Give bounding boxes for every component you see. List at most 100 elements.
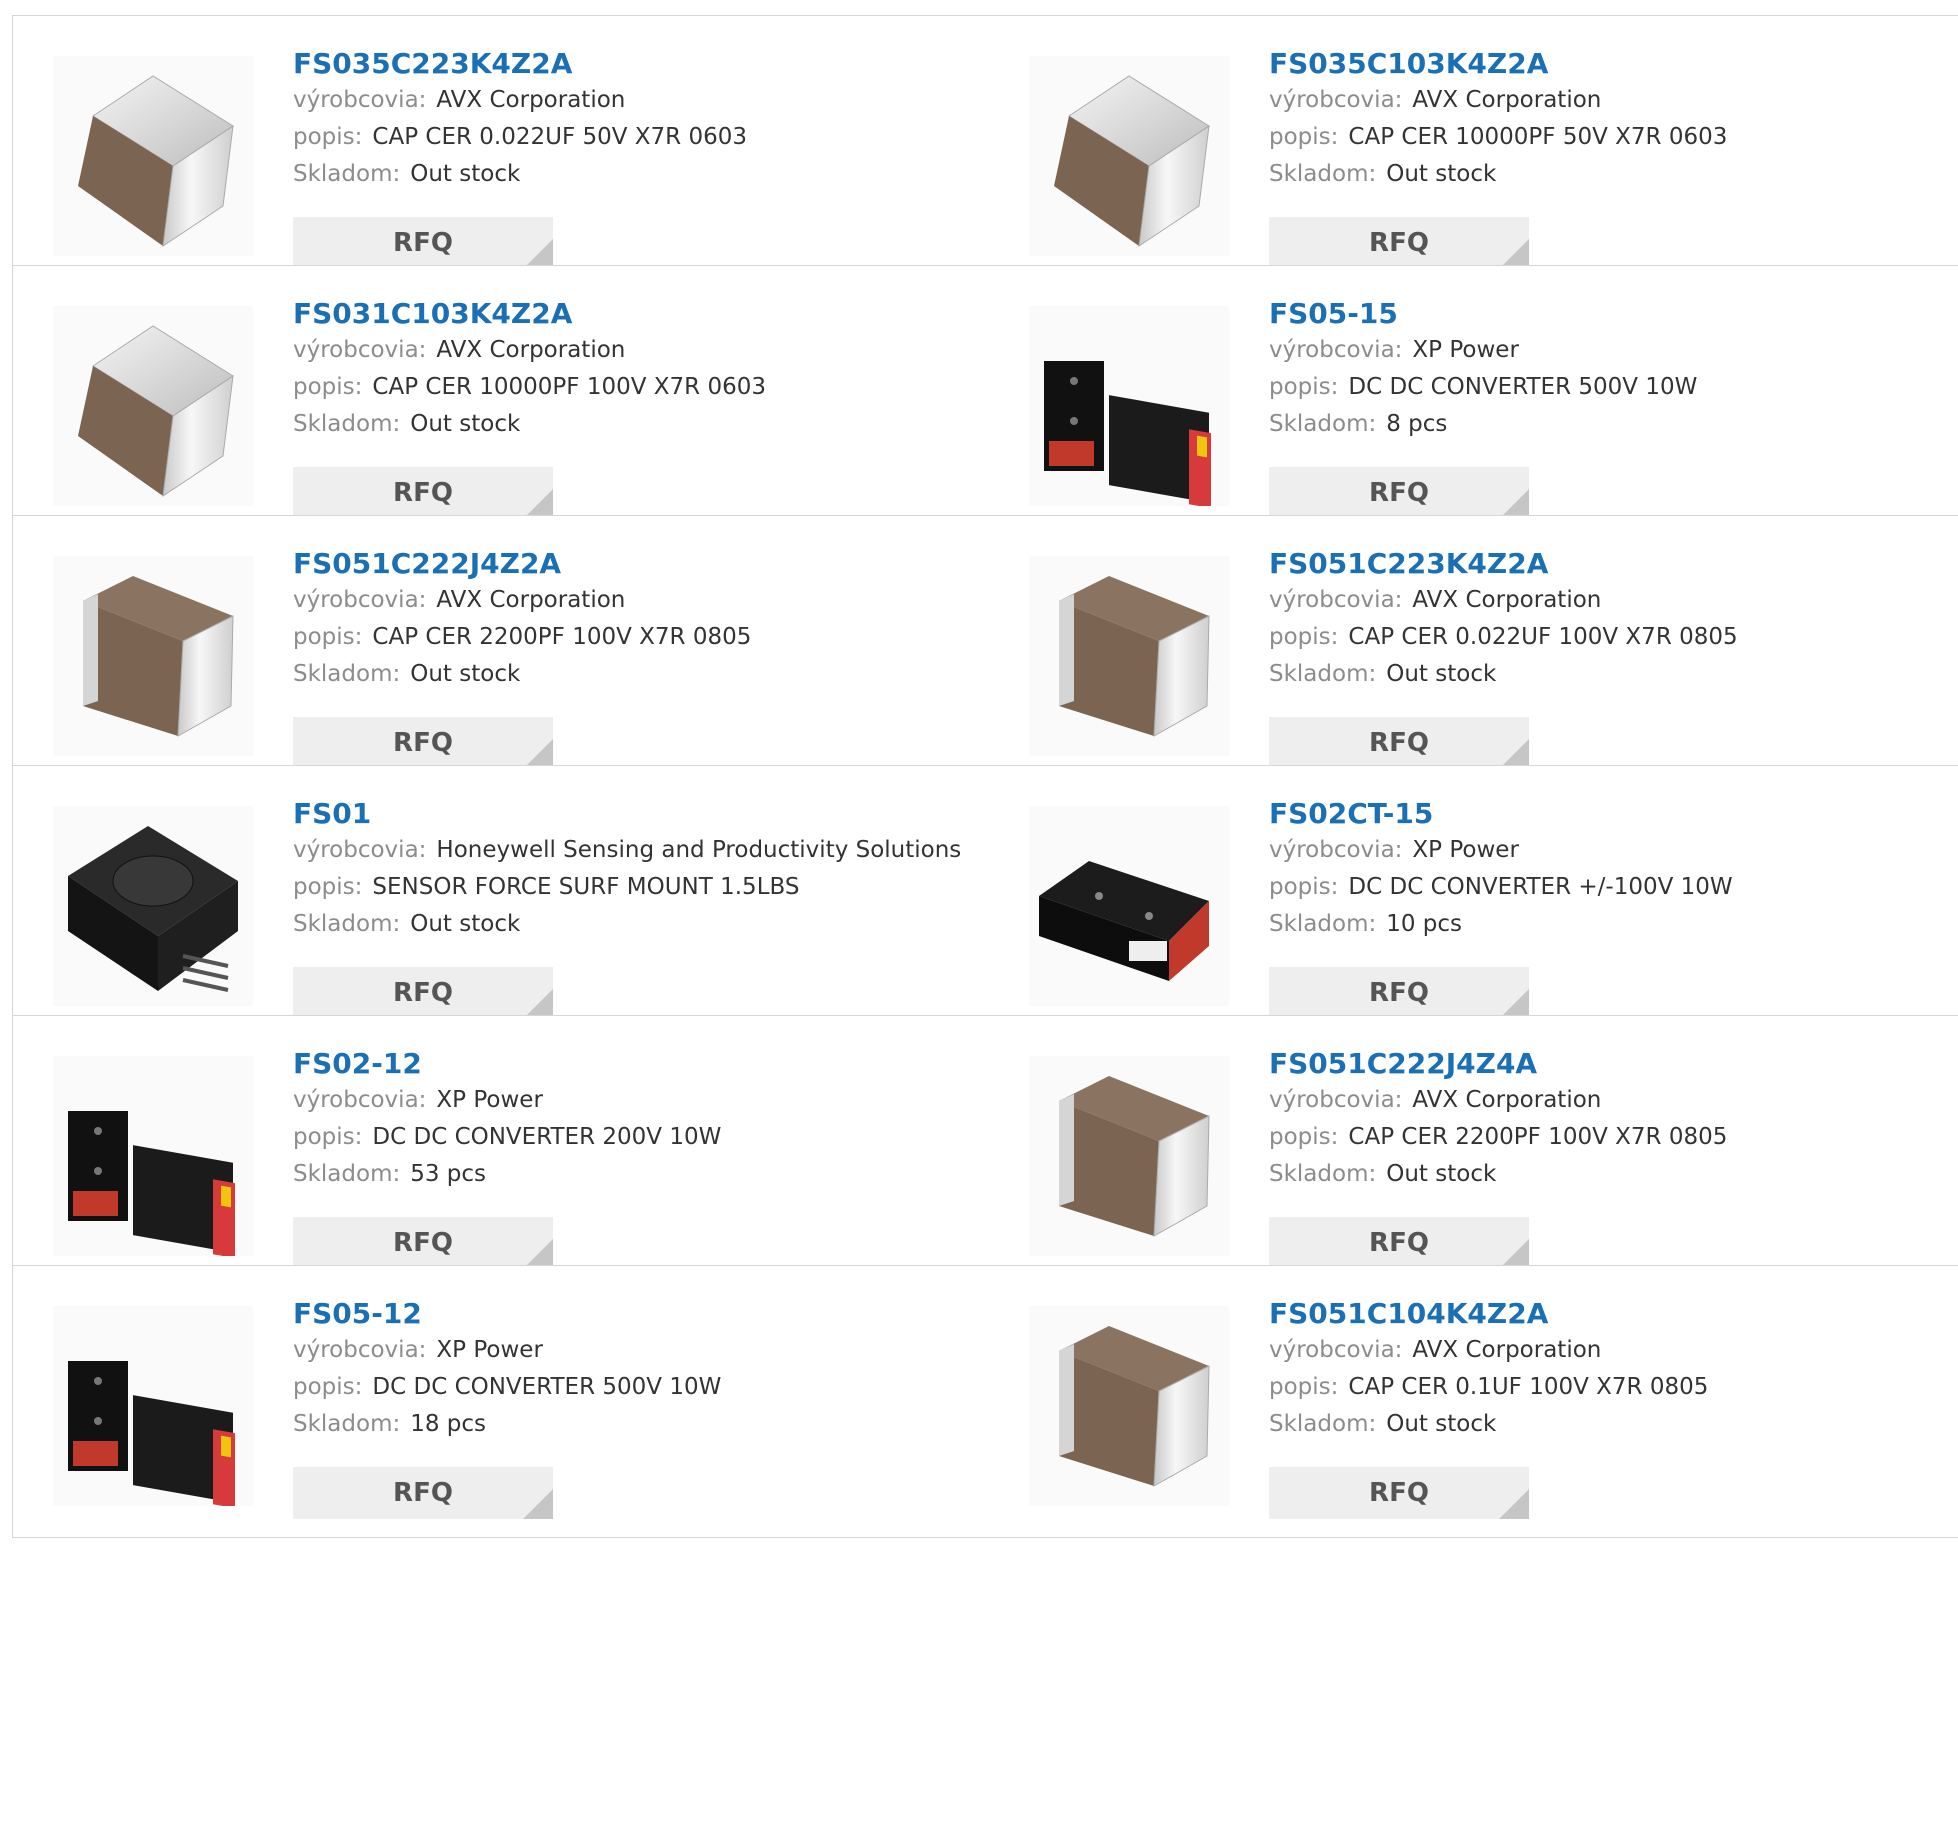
rfq-button-label: RFQ: [393, 228, 453, 258]
rfq-button-label: RFQ: [1369, 728, 1429, 758]
product-image[interactable]: [53, 1056, 253, 1256]
part-number-link[interactable]: FS051C222J4Z2A: [293, 546, 973, 582]
description-line: popis: CAP CER 0.1UF 100V X7R 0805: [1269, 1369, 1949, 1406]
product-thumbnail: [1029, 1306, 1229, 1506]
description-value: CAP CER 2200PF 100V X7R 0805: [1348, 1124, 1728, 1150]
stock-line: Skladom: Out stock: [1269, 1156, 1949, 1193]
description-value: CAP CER 2200PF 100V X7R 0805: [372, 624, 752, 650]
stock-value: 53 pcs: [410, 1161, 487, 1187]
product-info: FS051C222J4Z4A výrobcovia: AVX Corporation…: [1269, 1046, 1949, 1193]
part-number-link[interactable]: FS02-12: [293, 1046, 973, 1082]
product-image[interactable]: [53, 806, 253, 1006]
rfq-button[interactable]: RFQ: [1269, 1467, 1529, 1519]
product-image[interactable]: [1029, 56, 1229, 256]
product-thumbnail: [53, 806, 253, 1006]
part-number-link[interactable]: FS051C222J4Z4A: [1269, 1046, 1949, 1082]
product-info: FS051C223K4Z2A výrobcovia: AVX Corporation…: [1269, 546, 1949, 693]
manufacturer-value: XP Power: [436, 1087, 543, 1113]
manufacturer-line: výrobcovia: XP Power: [1269, 832, 1949, 869]
stock-label: Skladom:: [1269, 1411, 1377, 1437]
product-card: FS051C222J4Z4A výrobcovia: AVX Corporation…: [989, 1015, 1958, 1288]
description-line: popis: DC DC CONVERTER +/-100V 10W: [1269, 869, 1949, 906]
rfq-button[interactable]: RFQ: [1269, 467, 1529, 519]
part-number-link[interactable]: FS01: [293, 796, 973, 832]
product-thumbnail: [1029, 306, 1229, 506]
description-label: popis:: [1269, 1124, 1339, 1150]
manufacturer-value: AVX Corporation: [1412, 587, 1602, 613]
product-image[interactable]: [1029, 556, 1229, 756]
product-image[interactable]: [53, 306, 253, 506]
manufacturer-value: AVX Corporation: [1412, 1337, 1602, 1363]
product-card: FS02CT-15 výrobcovia: XP Power popis: DC DC …: [989, 765, 1958, 1038]
part-number-link[interactable]: FS035C103K4Z2A: [1269, 46, 1949, 82]
part-number-link[interactable]: FS035C223K4Z2A: [293, 46, 973, 82]
rfq-button[interactable]: RFQ: [1269, 217, 1529, 269]
rfq-button-label: RFQ: [1369, 1228, 1429, 1258]
description-label: popis:: [293, 1124, 363, 1150]
rfq-button[interactable]: RFQ: [293, 1467, 553, 1519]
part-number-link[interactable]: FS02CT-15: [1269, 796, 1949, 832]
stock-line: Skladom: Out stock: [1269, 656, 1949, 693]
rfq-button[interactable]: RFQ: [293, 717, 553, 769]
manufacturer-line: výrobcovia: XP Power: [293, 1082, 973, 1119]
manufacturer-label: výrobcovia:: [293, 837, 427, 863]
rfq-button[interactable]: RFQ: [293, 967, 553, 1019]
part-number-link[interactable]: FS05-12: [293, 1296, 973, 1332]
product-image[interactable]: [1029, 306, 1229, 506]
stock-label: Skladom:: [293, 911, 401, 937]
product-image[interactable]: [53, 556, 253, 756]
rfq-button[interactable]: RFQ: [293, 217, 553, 269]
stock-line: Skladom: 18 pcs: [293, 1406, 973, 1443]
manufacturer-label: výrobcovia:: [1269, 1087, 1403, 1113]
product-image[interactable]: [1029, 1306, 1229, 1506]
manufacturer-line: výrobcovia: AVX Corporation: [1269, 582, 1949, 619]
part-number-link[interactable]: FS051C223K4Z2A: [1269, 546, 1949, 582]
product-image[interactable]: [53, 56, 253, 256]
part-number-link[interactable]: FS031C103K4Z2A: [293, 296, 973, 332]
stock-value: Out stock: [1386, 661, 1497, 687]
product-thumbnail: [53, 306, 253, 506]
description-line: popis: CAP CER 2200PF 100V X7R 0805: [1269, 1119, 1949, 1156]
rfq-button[interactable]: RFQ: [293, 467, 553, 519]
rfq-button[interactable]: RFQ: [1269, 1217, 1529, 1269]
stock-line: Skladom: Out stock: [1269, 1406, 1949, 1443]
stock-value: Out stock: [410, 911, 521, 937]
description-line: popis: CAP CER 10000PF 100V X7R 0603: [293, 369, 973, 406]
rfq-button-label: RFQ: [393, 728, 453, 758]
manufacturer-line: výrobcovia: AVX Corporation: [293, 82, 973, 119]
manufacturer-line: výrobcovia: XP Power: [1269, 332, 1949, 369]
product-image[interactable]: [1029, 1056, 1229, 1256]
product-thumbnail: [1029, 806, 1229, 1006]
rfq-button[interactable]: RFQ: [1269, 967, 1529, 1019]
manufacturer-line: výrobcovia: Honeywell Sensing and Product…: [293, 832, 973, 869]
product-thumbnail: [53, 1056, 253, 1256]
product-thumbnail: [1029, 556, 1229, 756]
product-info: FS031C103K4Z2A výrobcovia: AVX Corporation…: [293, 296, 973, 443]
manufacturer-line: výrobcovia: AVX Corporation: [1269, 1332, 1949, 1369]
product-info: FS05-12 výrobcovia: XP Power popis: DC DC CO…: [293, 1296, 973, 1443]
rfq-button-label: RFQ: [393, 1478, 453, 1508]
stock-line: Skladom: 53 pcs: [293, 1156, 973, 1193]
description-label: popis:: [1269, 874, 1339, 900]
product-image[interactable]: [1029, 806, 1229, 1006]
product-thumbnail: [53, 1306, 253, 1506]
rfq-button[interactable]: RFQ: [1269, 717, 1529, 769]
manufacturer-label: výrobcovia:: [1269, 87, 1403, 113]
manufacturer-value: XP Power: [1412, 837, 1519, 863]
stock-value: 10 pcs: [1386, 911, 1463, 937]
rfq-button-label: RFQ: [1369, 1478, 1429, 1508]
product-image[interactable]: [53, 1306, 253, 1506]
manufacturer-value: Honeywell Sensing and Productivity Solut…: [436, 837, 962, 863]
part-number-link[interactable]: FS051C104K4Z2A: [1269, 1296, 1949, 1332]
stock-label: Skladom:: [293, 411, 401, 437]
manufacturer-value: AVX Corporation: [436, 87, 626, 113]
product-row: FS02-12 výrobcovia: XP Power popis: DC DC CO…: [12, 1015, 1958, 1288]
stock-value: Out stock: [1386, 1411, 1497, 1437]
manufacturer-label: výrobcovia:: [1269, 1337, 1403, 1363]
description-label: popis:: [293, 374, 363, 400]
rfq-button[interactable]: RFQ: [293, 1217, 553, 1269]
product-card: FS05-12 výrobcovia: XP Power popis: DC DC CO…: [12, 1265, 990, 1538]
part-number-link[interactable]: FS05-15: [1269, 296, 1949, 332]
description-line: popis: DC DC CONVERTER 500V 10W: [293, 1369, 973, 1406]
product-info: FS051C104K4Z2A výrobcovia: AVX Corporation…: [1269, 1296, 1949, 1443]
